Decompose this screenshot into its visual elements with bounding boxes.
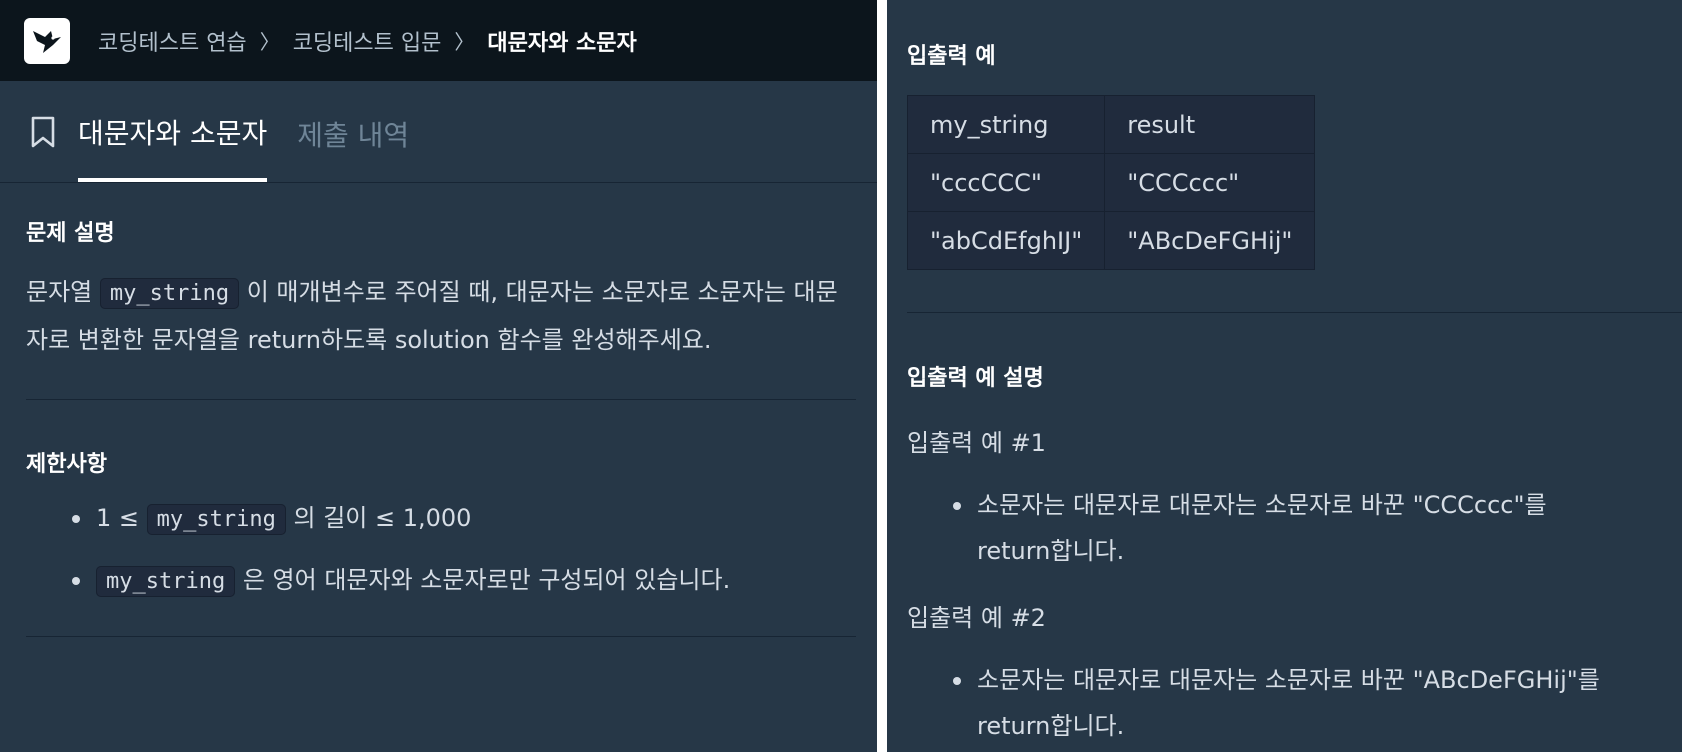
section-divider bbox=[26, 636, 856, 637]
tab-submissions[interactable]: 제출 내역 bbox=[297, 81, 409, 182]
example-1-list: 소문자는 대문자로 대문자는 소문자로 바꾼 "CCCccc"를 return합… bbox=[907, 482, 1682, 574]
section-divider bbox=[26, 399, 856, 400]
breadcrumb-item-current: 대문자와 소문자 bbox=[487, 30, 637, 56]
table-cell: "abCdEfghIJ" bbox=[906, 211, 1106, 270]
list-item: my_string 은 영어 대문자와 소문자로만 구성되어 있습니다. bbox=[72, 550, 851, 612]
code-my-string: my_string bbox=[99, 278, 240, 309]
code-my-string: my_string bbox=[146, 504, 286, 535]
page: 코딩테스트 연습 〉 코딩테스트 입문 〉 대문자와 소문자 대문자와 소문자 … bbox=[0, 0, 1682, 752]
panel-gutter[interactable] bbox=[877, 0, 887, 752]
programmers-logo[interactable] bbox=[24, 17, 70, 64]
io-example-table: my_string result "cccCCC" "CCCccc" "abCd… bbox=[906, 95, 1316, 270]
chevron-right-icon: 〉 bbox=[259, 30, 280, 54]
description-text: 문자열 my_string 이 매개변수로 주어질 때, 대문자는 소문자로 소… bbox=[26, 269, 856, 363]
chevron-right-icon: 〉 bbox=[454, 30, 475, 54]
table-header-row: my_string result bbox=[906, 95, 1316, 154]
code-my-string: my_string bbox=[96, 566, 236, 597]
description-heading: 문제 설명 bbox=[26, 221, 115, 246]
breadcrumb-item-intro[interactable]: 코딩테스트 입문 bbox=[293, 25, 442, 57]
list-item: 소문자는 대문자로 대문자는 소문자로 바꾼 "CCCccc"를 return합… bbox=[953, 482, 1613, 574]
table-row: "cccCCC" "CCCccc" bbox=[906, 153, 1316, 212]
constraint-text: 의 길이 ≤ 1,000 bbox=[285, 504, 472, 532]
section-divider bbox=[907, 312, 1682, 313]
io-explanation-heading: 입출력 예 설명 bbox=[907, 366, 1044, 391]
tab-problem[interactable]: 대문자와 소문자 bbox=[78, 81, 268, 182]
constraint-text: 1 ≤ bbox=[96, 504, 147, 532]
table-cell: "cccCCC" bbox=[906, 153, 1106, 212]
table-cell: "ABcDeFGHij" bbox=[1104, 211, 1316, 270]
breadcrumb: 코딩테스트 연습 〉 코딩테스트 입문 〉 대문자와 소문자 bbox=[98, 25, 637, 57]
table-row: "abCdEfghIJ" "ABcDeFGHij" bbox=[906, 211, 1316, 270]
problem-tabs: 대문자와 소문자 제출 내역 bbox=[0, 81, 877, 183]
problem-panel: 코딩테스트 연습 〉 코딩테스트 입문 〉 대문자와 소문자 대문자와 소문자 … bbox=[0, 0, 877, 752]
example-1-label: 입출력 예 #1 bbox=[907, 429, 1046, 457]
bookmark-icon[interactable] bbox=[30, 81, 56, 182]
breadcrumb-item-practice[interactable]: 코딩테스트 연습 bbox=[98, 25, 247, 57]
problem-content: 문제 설명 문자열 my_string 이 매개변수로 주어질 때, 대문자는 … bbox=[0, 215, 877, 637]
example-2-list: 소문자는 대문자로 대문자는 소문자로 바꾼 "ABcDeFGHij"를 ret… bbox=[907, 657, 1682, 749]
table-header-cell: result bbox=[1104, 95, 1316, 154]
list-item: 소문자는 대문자로 대문자는 소문자로 바꾼 "ABcDeFGHij"를 ret… bbox=[953, 657, 1653, 749]
list-item: 1 ≤ my_string 의 길이 ≤ 1,000 bbox=[72, 488, 851, 550]
constraint-text: 은 영어 대문자와 소문자로만 구성되어 있습니다. bbox=[235, 566, 731, 594]
top-navigation-bar: 코딩테스트 연습 〉 코딩테스트 입문 〉 대문자와 소문자 bbox=[0, 0, 877, 81]
bird-logo-icon bbox=[33, 30, 61, 53]
example-2-label: 입출력 예 #2 bbox=[907, 604, 1046, 632]
description-text-part: 문자열 bbox=[26, 278, 100, 306]
table-cell: "CCCccc" bbox=[1104, 153, 1316, 212]
constraints-list: 1 ≤ my_string 의 길이 ≤ 1,000 my_string 은 영… bbox=[26, 488, 851, 612]
examples-panel: 입출력 예 my_string result "cccCCC" "CCCccc"… bbox=[887, 0, 1682, 752]
table-header-cell: my_string bbox=[906, 95, 1106, 154]
io-example-heading: 입출력 예 bbox=[907, 44, 996, 69]
constraints-heading: 제한사항 bbox=[26, 452, 107, 477]
